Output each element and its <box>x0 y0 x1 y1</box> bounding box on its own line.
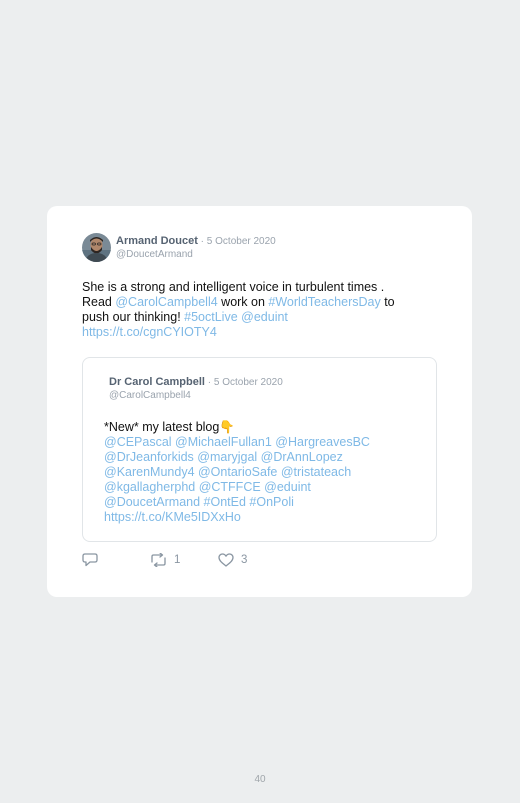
mention-link[interactable]: @CarolCampbell4 <box>115 295 217 309</box>
heart-icon <box>218 552 234 567</box>
tweet-actions: 1 3 <box>82 552 247 567</box>
quoted-tweet-text: *New* my latest blog👇 @CEPascal @Michael… <box>104 420 404 525</box>
tweet-text-segment: push our thinking! <box>82 310 185 324</box>
tweet-line: push our thinking! #5octLive @eduint <box>82 310 432 325</box>
quoted-tweet[interactable]: Dr Carol Campbell · 5 October 2020 @Caro… <box>82 357 437 542</box>
meta-separator: · <box>197 236 207 247</box>
meta-separator: · <box>204 377 214 388</box>
avatar[interactable] <box>82 233 111 262</box>
reply-icon <box>82 553 98 567</box>
tweet-author: Armand Doucet · 5 October 2020 @DoucetAr… <box>82 233 276 262</box>
quoted-mentions-line[interactable]: @CEPascal @MichaelFullan1 @HargreavesBC <box>104 435 404 450</box>
quoted-author-handle[interactable]: @CarolCampbell4 <box>109 389 283 402</box>
tweet-text-segment: She is a strong and intelligent voice in… <box>82 280 385 294</box>
quoted-url-link[interactable]: https://t.co/KMe5IDXxHo <box>104 510 404 525</box>
tweet-text-segment: Read <box>82 295 116 309</box>
quoted-mentions-line[interactable]: @DrJeanforkids @maryjgal @DrAnnLopez <box>104 450 404 465</box>
mention-link[interactable]: @eduint <box>241 310 288 324</box>
like-count: 3 <box>241 553 248 566</box>
hashtag-link[interactable]: #WorldTeachersDay <box>268 295 380 309</box>
quoted-tweet-author: Dr Carol Campbell · 5 October 2020 @Caro… <box>109 376 283 402</box>
tweet-text: She is a strong and intelligent voice in… <box>82 280 432 340</box>
retweet-icon <box>151 552 166 567</box>
pointing-down-emoji: 👇 <box>219 420 235 434</box>
quoted-mentions-line[interactable]: @kgallagherphd @CTFFCE @eduint <box>104 480 404 495</box>
tweet-line: She is a strong and intelligent voice in… <box>82 280 432 295</box>
author-name[interactable]: Armand Doucet <box>116 235 198 247</box>
tweet-text-segment: to <box>380 295 395 309</box>
reply-button[interactable] <box>82 552 150 567</box>
avatar-image <box>82 233 111 262</box>
like-button[interactable]: 3 <box>218 552 248 567</box>
retweet-count: 1 <box>174 553 181 566</box>
quoted-tweet-date[interactable]: 5 October 2020 <box>214 377 283 388</box>
page-number: 40 <box>254 774 266 785</box>
tweet-card: Armand Doucet · 5 October 2020 @DoucetAr… <box>47 206 472 597</box>
tweet-author-text: Armand Doucet · 5 October 2020 @DoucetAr… <box>116 233 276 261</box>
hashtag-link[interactable]: #5octLive <box>184 310 238 324</box>
tweet-date[interactable]: 5 October 2020 <box>207 236 276 247</box>
quoted-mentions-line[interactable]: @KarenMundy4 @OntarioSafe @tristateach <box>104 465 404 480</box>
author-handle[interactable]: @DoucetArmand <box>116 248 276 261</box>
tweet-line: Read @CarolCampbell4 work on #WorldTeach… <box>82 295 432 310</box>
url-link[interactable]: https://t.co/cgnCYIOTY4 <box>82 325 217 339</box>
quoted-author-name[interactable]: Dr Carol Campbell <box>109 376 205 388</box>
quoted-mentions-line[interactable]: @DoucetArmand #OntEd #OnPoli <box>104 495 404 510</box>
quoted-line: *New* my latest blog👇 <box>104 420 404 435</box>
tweet-text-segment: work on <box>217 295 269 309</box>
tweet-line: https://t.co/cgnCYIOTY4 <box>82 325 432 340</box>
retweet-button[interactable]: 1 <box>150 552 218 567</box>
quoted-text-segment: *New* my latest blog <box>104 420 220 434</box>
